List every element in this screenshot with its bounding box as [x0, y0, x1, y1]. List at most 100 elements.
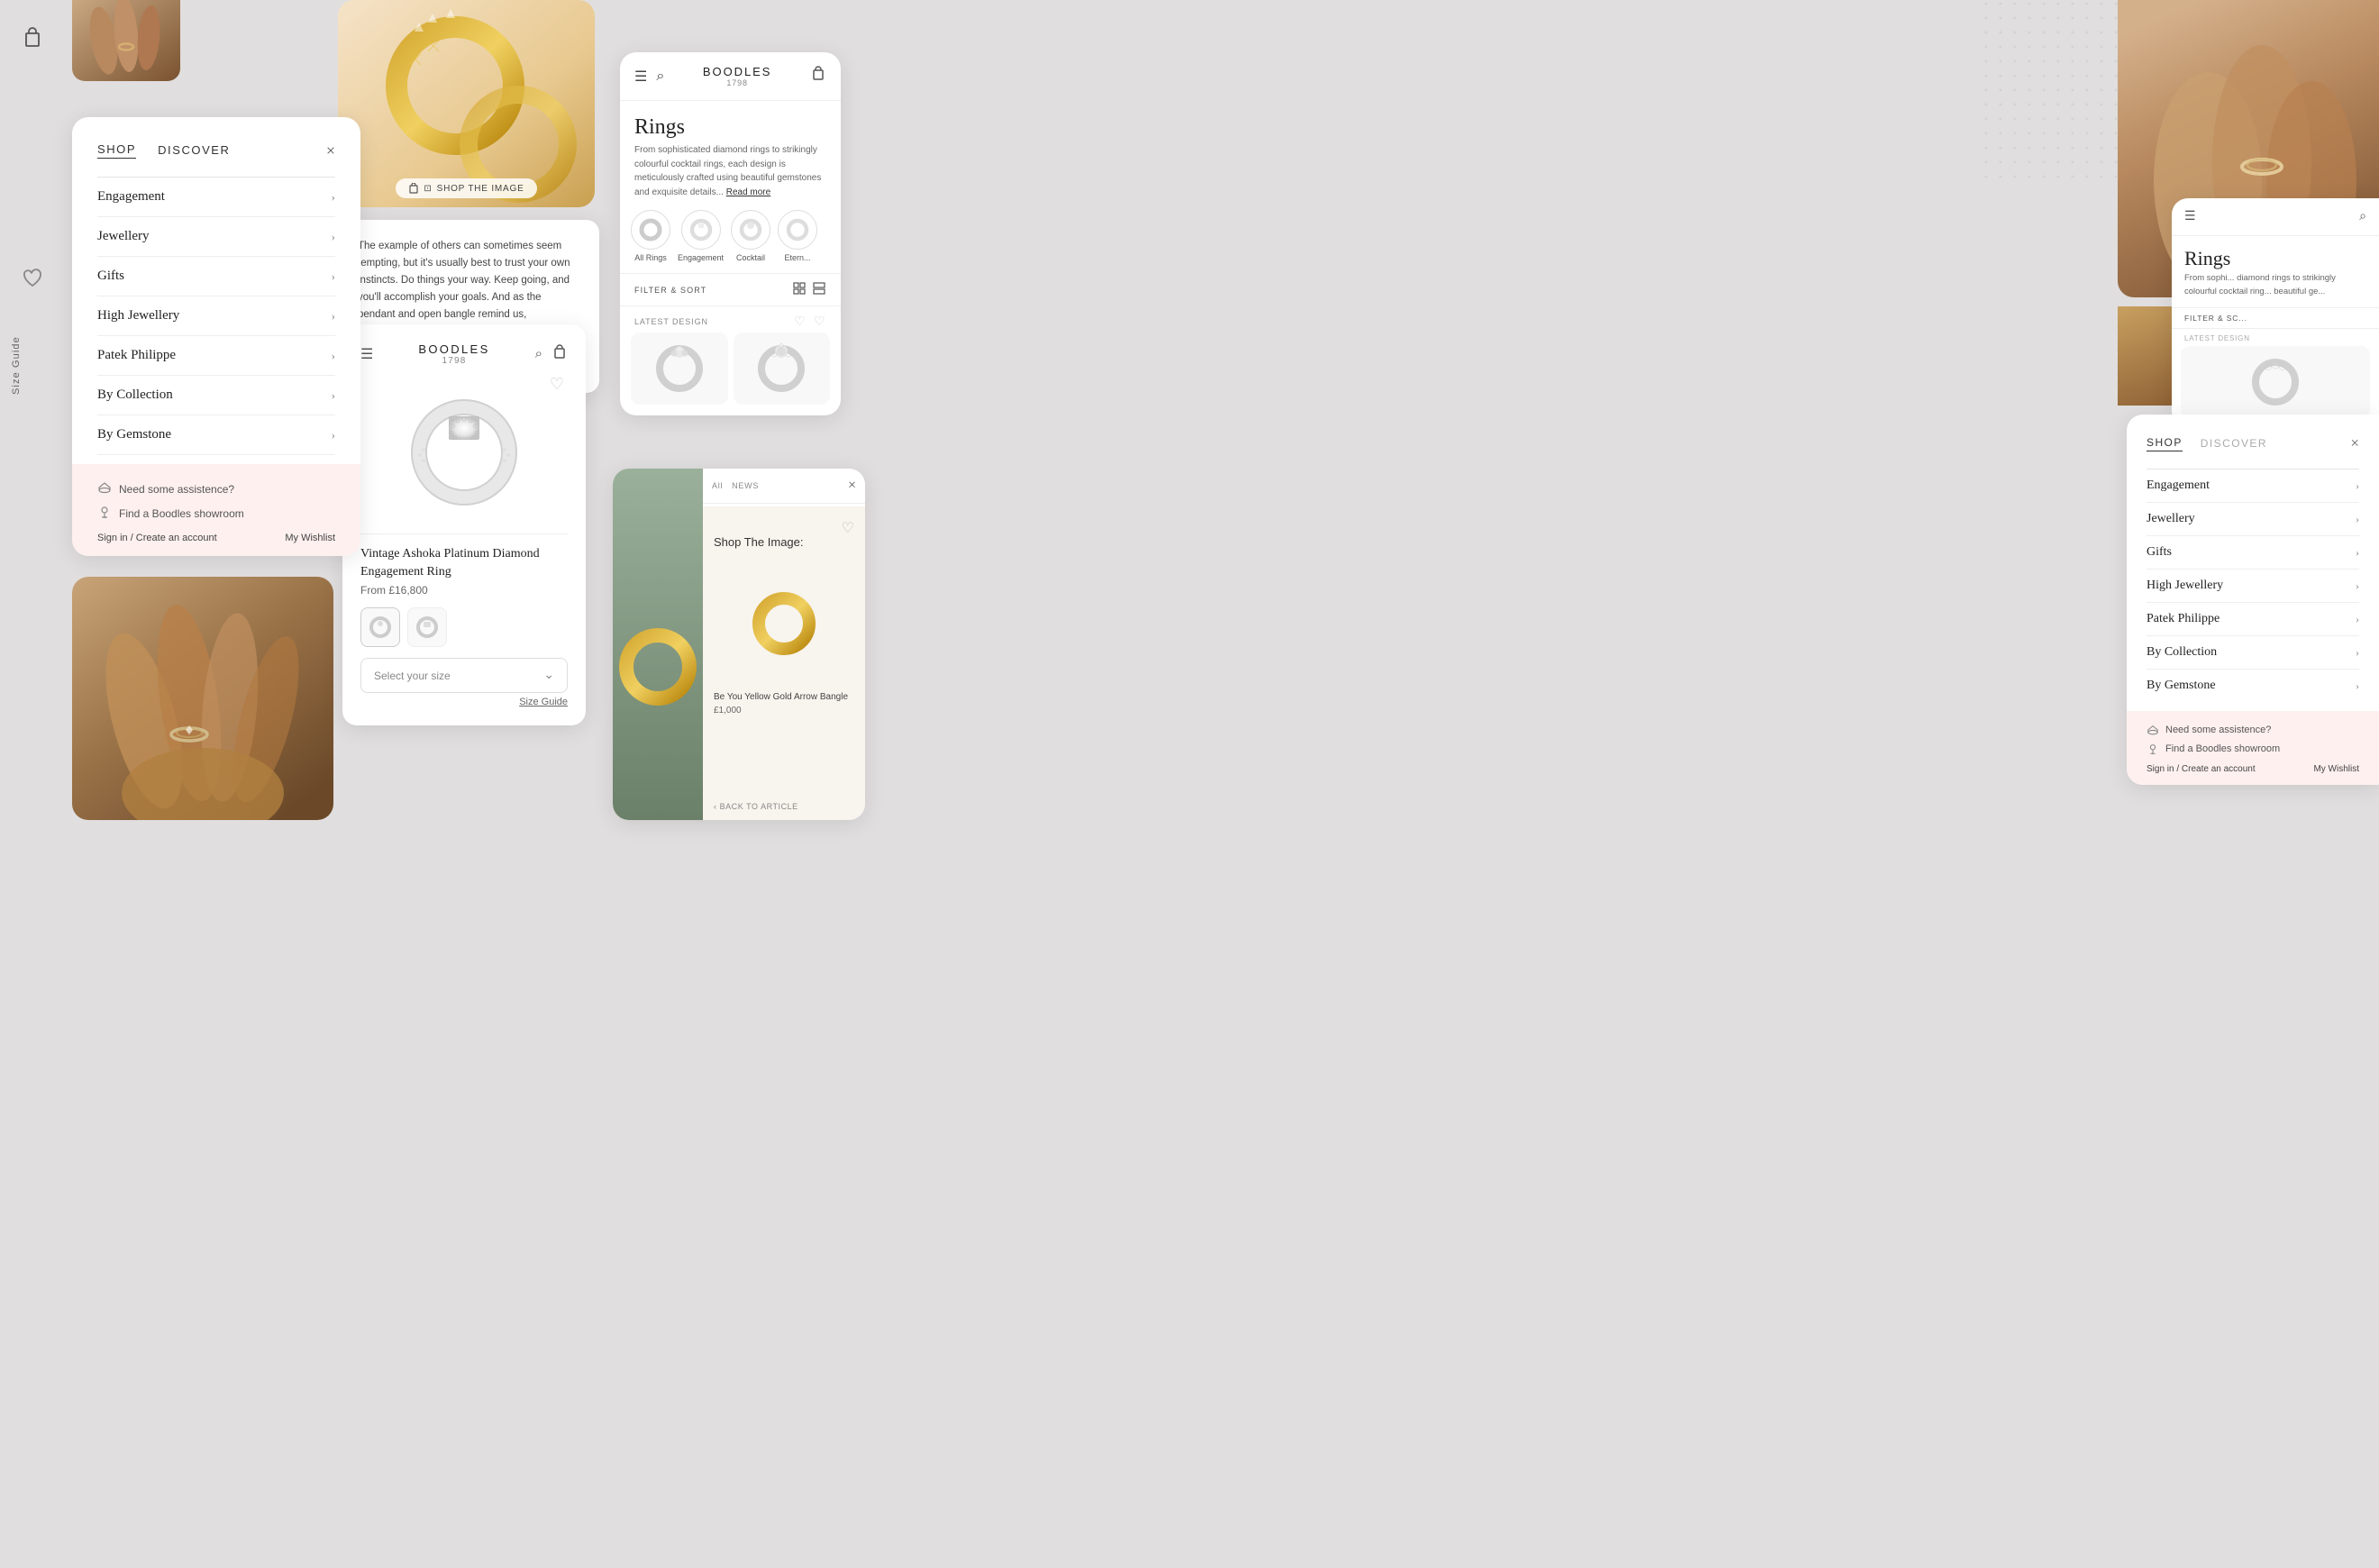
nav2-high-jewellery[interactable]: High Jewellery›	[2147, 570, 2359, 603]
partial-filter-label[interactable]: FILTER & SC...	[2184, 314, 2247, 323]
nav-item-jewellery[interactable]: Jewellery ›	[97, 217, 335, 257]
nav-footer-links: Sign in / Create an account My Wishlist	[97, 533, 335, 543]
partial-rings-heading: Rings	[2172, 236, 2379, 272]
partial-search-icon[interactable]: ⌕	[2359, 210, 2366, 224]
nav-item-engagement[interactable]: Engagement ›	[97, 178, 335, 217]
showroom-item[interactable]: Find a Boodles showroom	[97, 505, 335, 522]
size-chevron-icon: ⌄	[543, 668, 554, 683]
nav-item-by-gemstone[interactable]: By Gemstone ›	[97, 415, 335, 455]
search-icon-sm[interactable]: ⌕	[535, 346, 542, 362]
wishlist-heart-icon[interactable]	[22, 269, 43, 293]
mobile-search-icon[interactable]: ⌕	[656, 68, 664, 85]
rings-desc: From sophisticated diamond rings to stri…	[620, 143, 841, 210]
shop-image-text: SHOP THE IMAGE	[437, 184, 524, 194]
read-more-link[interactable]: Read more	[726, 187, 770, 197]
nav-menu-list-2: Engagement› Jewellery› Gifts› High Jewel…	[2147, 469, 2359, 702]
article-close-icon[interactable]: ×	[848, 478, 856, 494]
product-price: From £16,800	[360, 584, 568, 597]
nav-footer: Need some assistence? Find a Boodles sho…	[72, 464, 360, 556]
wishlist-link-2[interactable]: My Wishlist	[2313, 764, 2359, 774]
partial-latest-label: LATEST DESIGN	[2184, 334, 2250, 342]
article-bg-photo	[613, 469, 703, 820]
bottom-article-mobile: All NEWS × Shop The Image: ♡ Be You Yell…	[613, 469, 865, 820]
rings-heading: Rings	[620, 101, 841, 143]
bottom-left-hand-photo	[72, 577, 333, 820]
nav2-jewellery[interactable]: Jewellery›	[2147, 503, 2359, 536]
tab-shop-2[interactable]: SHOP	[2147, 436, 2183, 451]
heart-icon-2[interactable]: ♡	[814, 314, 826, 329]
ring-types: All Rings Engagement Cocktail Etern...	[620, 210, 841, 273]
size-guide-link[interactable]: Size Guide	[519, 697, 568, 707]
ring-type-all[interactable]: All Rings	[631, 210, 670, 262]
tab-shop[interactable]: SHOP	[97, 142, 136, 159]
partial-ring-product[interactable]	[2181, 346, 2370, 418]
nav-item-high-jewellery[interactable]: High Jewellery ›	[97, 296, 335, 336]
product-heart-icon[interactable]: ♡	[550, 375, 564, 394]
wishlist-link[interactable]: My Wishlist	[285, 533, 335, 543]
shop-image-panel: Shop The Image: ♡ Be You Yellow Gold Arr…	[703, 506, 865, 820]
tab-discover[interactable]: DISCOVER	[158, 143, 230, 159]
shop-image-btn[interactable]: ⊡ SHOP THE IMAGE	[338, 178, 595, 198]
chevron-icon-6: ›	[332, 428, 335, 442]
ring-type-eternity[interactable]: Etern...	[778, 210, 817, 262]
cart-icon[interactable]	[20, 25, 45, 55]
back-to-article-link[interactable]: ‹ BACK TO ARTICLE	[714, 802, 798, 811]
nav-menu-card-2: SHOP DISCOVER × Engagement› Jewellery› G…	[2127, 415, 2379, 785]
ring-type-cocktail[interactable]: Cocktail	[731, 210, 770, 262]
hat-icon	[97, 480, 112, 497]
assistance-item[interactable]: Need some assistence?	[97, 480, 335, 497]
ring-type-engagement[interactable]: Engagement	[678, 210, 724, 262]
menu-icon-sm[interactable]: ☰	[360, 345, 373, 363]
mobile-brand: BOODLES 1798	[664, 65, 810, 87]
showroom-2[interactable]: Find a Boodles showroom	[2147, 743, 2359, 755]
sign-in-link[interactable]: Sign in / Create an account	[97, 533, 217, 543]
nav2-engagement[interactable]: Engagement›	[2147, 469, 2359, 503]
pin-icon-2	[2147, 743, 2159, 755]
hand-partial-top	[72, 0, 180, 81]
nav2-by-gemstone[interactable]: By Gemstone›	[2147, 670, 2359, 702]
heart-icon-panel[interactable]: ♡	[842, 519, 854, 537]
product-ring-image	[396, 385, 532, 520]
grid-view-icon[interactable]	[792, 281, 807, 298]
brand-year: 1798	[418, 356, 489, 366]
all-label[interactable]: All	[712, 481, 723, 490]
nav-item-patek[interactable]: Patek Philippe ›	[97, 336, 335, 376]
filter-sort-bar: FILTER & SORT	[620, 273, 841, 306]
nav-close-btn-2[interactable]: ×	[2350, 434, 2359, 452]
ring-products-grid	[620, 333, 841, 415]
mobile-cart-icon[interactable]	[810, 66, 826, 87]
list-view-icon[interactable]	[812, 281, 826, 298]
nav2-patek[interactable]: Patek Philippe›	[2147, 603, 2359, 636]
news-label[interactable]: NEWS	[732, 481, 759, 490]
tab-discover-2[interactable]: DISCOVER	[2201, 437, 2267, 450]
partial-menu-icon[interactable]: ☰	[2184, 209, 2196, 224]
partial-rings-desc: From sophi... diamond rings to strikingl…	[2172, 272, 2379, 307]
heart-icon-1[interactable]: ♡	[794, 314, 807, 329]
nav-menu-card: SHOP DISCOVER × Engagement › Jewellery ›…	[72, 117, 360, 556]
nav2-by-collection[interactable]: By Collection›	[2147, 636, 2359, 670]
ring-product-2[interactable]	[734, 333, 831, 405]
nav-menu-list: Engagement › Jewellery › Gifts › High Je…	[97, 177, 335, 455]
product-thumb-1[interactable]	[360, 607, 400, 647]
nav-close-btn[interactable]: ×	[326, 142, 335, 159]
nav-item-gifts[interactable]: Gifts ›	[97, 257, 335, 296]
chevron-icon-1: ›	[332, 230, 335, 244]
size-guide-label[interactable]: Size Guide	[11, 336, 22, 395]
product-thumb-2[interactable]	[407, 607, 447, 647]
nav-item-by-collection[interactable]: By Collection ›	[97, 376, 335, 415]
pin-icon	[97, 505, 112, 522]
mobile-menu-icon[interactable]: ☰	[634, 68, 647, 86]
article-mobile-nav: All NEWS ×	[703, 469, 865, 504]
sign-in-link-2[interactable]: Sign in / Create an account	[2147, 764, 2256, 774]
latest-design-bar: LATEST DESIGN ♡ ♡	[620, 306, 841, 333]
assistance-2[interactable]: Need some assistence?	[2147, 724, 2359, 736]
brand-name: BOODLES	[418, 342, 489, 356]
ring-product-1[interactable]	[631, 333, 728, 405]
nav2-gifts[interactable]: Gifts›	[2147, 536, 2359, 570]
hat-icon-2	[2147, 724, 2159, 736]
rings-page-partial-right: ☰ ⌕ Rings From sophi... diamond rings to…	[2172, 198, 2379, 427]
size-select[interactable]: Select your size ⌄	[360, 658, 568, 693]
cart-icon-sm[interactable]	[551, 344, 568, 365]
shop-panel-heading: Shop The Image:	[714, 535, 854, 549]
chevron-icon-2: ›	[332, 269, 335, 284]
